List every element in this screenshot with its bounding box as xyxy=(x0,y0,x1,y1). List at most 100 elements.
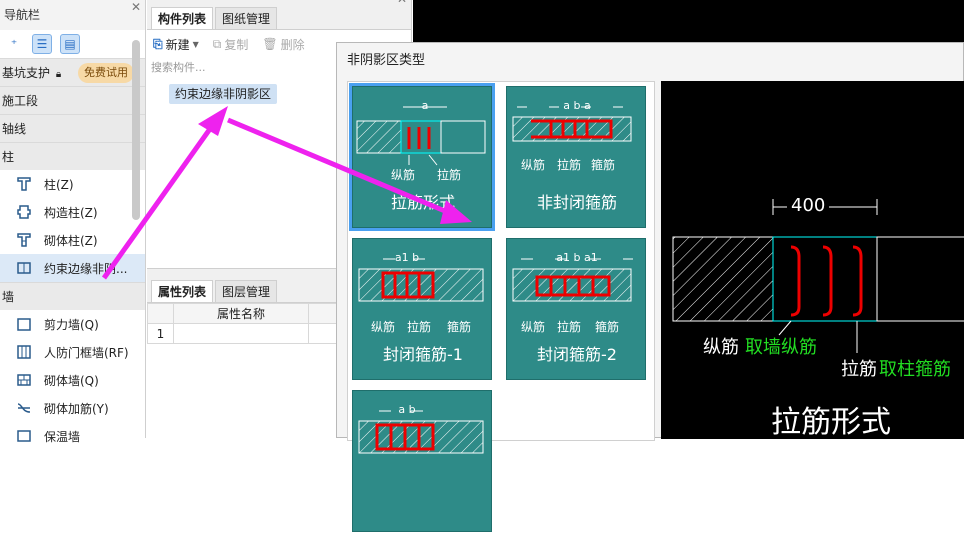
nav-item-label: 柱(Z) xyxy=(44,177,74,192)
card-label: 非封闭箍筋 xyxy=(536,193,617,212)
pin-icon[interactable]: ⁺ xyxy=(4,34,24,54)
preview-drawing xyxy=(672,199,964,353)
card-label: 拉筋形式 xyxy=(390,193,455,212)
svg-text:拉筋: 拉筋 xyxy=(557,319,581,334)
trash-icon: 🗑︎ xyxy=(262,37,278,51)
svg-text:a1 b: a1 b xyxy=(395,251,419,264)
preview-label-tie-source: 取柱箍筋 xyxy=(879,359,951,380)
card-label: 封闭箍筋-1 xyxy=(383,345,463,364)
nav-item-shear-wall[interactable]: 剪力墙(Q) xyxy=(0,310,145,338)
detail-view-icon[interactable]: ▤ xyxy=(60,34,80,54)
section-label: 墙 xyxy=(2,290,15,304)
masonry-column-icon xyxy=(14,230,34,250)
type-card-grid: a 纵筋 拉筋 拉筋形式 a b a 纵筋 拉筋 箍筋 非封闭箍筋 a1 b 纵… xyxy=(347,81,655,532)
nav-item-label: 砌体加筋(Y) xyxy=(44,401,109,416)
tab-drawing-management[interactable]: 图纸管理 xyxy=(215,7,278,29)
nav-item-masonry-column[interactable]: 砌体柱(Z) xyxy=(0,226,145,254)
new-icon: ⎘ xyxy=(153,36,163,51)
tab-layer-management[interactable]: 图层管理 xyxy=(215,280,278,302)
navigation-panel: 导航栏 ✕ ⁺ ☰ ▤ 基坑支护 🔒︎ 免费试用 施工段 轴线 柱 柱(Z) 构… xyxy=(0,0,146,444)
card-label: 封闭箍筋-2 xyxy=(537,345,617,364)
svg-text:a1 b a1: a1 b a1 xyxy=(556,251,597,264)
copy-button[interactable]: ⧉ 复制 xyxy=(213,36,249,53)
type-preview: 400 纵筋 取墙纵筋 拉筋 取柱箍筋 拉筋形式 xyxy=(661,81,964,440)
copy-label: 复制 xyxy=(224,37,249,52)
section-label: 基坑支护 xyxy=(2,66,51,80)
nav-scrollbar[interactable] xyxy=(132,40,140,220)
masonry-reinforcement-icon xyxy=(14,398,34,418)
insulation-wall-icon xyxy=(14,426,34,446)
type-card-closed-stirrup-2[interactable]: a1 b a1 纵筋 拉筋 箍筋 封闭箍筋-2 xyxy=(506,238,646,380)
nav-item-label: 构造柱(Z) xyxy=(44,205,98,220)
copy-icon: ⧉ xyxy=(212,36,222,51)
svg-text:箍筋: 箍筋 xyxy=(591,157,615,172)
svg-text:a b: a b xyxy=(398,403,415,416)
nav-item-masonry-wall[interactable]: 砌体墙(Q) xyxy=(0,366,145,394)
card-5-diagram: a b xyxy=(358,403,484,454)
tab-property-list[interactable]: 属性列表 xyxy=(151,280,214,302)
component-node-selected[interactable]: 约束边缘非阴影区 xyxy=(169,84,278,104)
nav-item-masonry-reinforcement[interactable]: 砌体加筋(Y) xyxy=(0,394,145,422)
free-trial-badge[interactable]: 免费试用 xyxy=(78,63,134,83)
svg-text:拉筋: 拉筋 xyxy=(407,319,431,334)
nav-title-bar: 导航栏 ✕ xyxy=(0,0,145,30)
boundary-element-icon xyxy=(14,258,34,278)
nav-title: 导航栏 xyxy=(4,8,41,22)
svg-text:a: a xyxy=(422,99,429,112)
nav-item-column[interactable]: 柱(Z) xyxy=(0,170,145,198)
nav-item-label: 砌体墙(Q) xyxy=(44,373,99,388)
preview-label-longitudinal-source: 取墙纵筋 xyxy=(745,337,817,358)
nav-section-axis[interactable]: 轴线 xyxy=(0,114,145,142)
non-shadow-type-dialog: 非阴影区类型 a 纵筋 拉筋 拉筋形式 a b a 纵筋 拉筋 箍筋 非封闭箍筋… xyxy=(336,42,964,532)
svg-text:箍筋: 箍筋 xyxy=(447,319,471,334)
close-icon[interactable]: ✕ xyxy=(131,0,141,22)
nav-item-label: 保温墙 xyxy=(44,429,81,444)
cad-canvas[interactable] xyxy=(413,0,964,42)
nav-item-boundary-non-shadow[interactable]: 约束边缘非阴... xyxy=(0,254,145,282)
svg-text:纵筋: 纵筋 xyxy=(371,319,395,334)
svg-text:a b a: a b a xyxy=(563,99,590,112)
svg-text:纵筋: 纵筋 xyxy=(391,167,415,182)
nav-item-constructional-column[interactable]: 构造柱(Z) xyxy=(0,198,145,226)
new-label: 新建 xyxy=(165,37,190,52)
nav-section-foundation-pit[interactable]: 基坑支护 🔒︎ 免费试用 xyxy=(0,58,145,86)
nav-toolbar: ⁺ ☰ ▤ xyxy=(0,30,145,58)
close-icon[interactable]: ✕ xyxy=(397,0,407,6)
nav-item-label: 剪力墙(Q) xyxy=(44,317,99,332)
row-number: 1 xyxy=(147,323,174,344)
type-card-5[interactable]: a b xyxy=(352,390,492,532)
section-label: 施工段 xyxy=(2,94,39,108)
delete-button[interactable]: 🗑︎ 删除 xyxy=(262,36,304,53)
tab-component-list[interactable]: 构件列表 xyxy=(151,7,214,29)
nav-item-insulation-wall[interactable]: 保温墙 xyxy=(0,422,145,450)
column-header-property-name: 属性名称 xyxy=(172,303,310,324)
section-label: 柱 xyxy=(2,150,15,164)
svg-text:拉筋: 拉筋 xyxy=(437,167,461,182)
nav-item-label: 人防门框墙(RF) xyxy=(44,345,129,360)
list-view-icon[interactable]: ☰ xyxy=(32,34,52,54)
nav-section-column[interactable]: 柱 xyxy=(0,142,145,170)
type-card-open-stirrup[interactable]: a b a 纵筋 拉筋 箍筋 非封闭箍筋 xyxy=(506,86,646,228)
table-corner xyxy=(147,303,174,324)
nav-section-construction-stage[interactable]: 施工段 xyxy=(0,86,145,114)
table-cell[interactable] xyxy=(172,323,310,344)
dialog-title: 非阴影区类型 xyxy=(347,53,426,68)
nav-section-wall[interactable]: 墙 xyxy=(0,282,145,310)
type-card-tie-bar[interactable]: a 纵筋 拉筋 拉筋形式 xyxy=(349,83,495,231)
component-tabs: 构件列表 图纸管理 xyxy=(147,0,411,30)
nav-item-civil-defense-door-wall[interactable]: 人防门框墙(RF) xyxy=(0,338,145,366)
preview-label-tie: 拉筋 xyxy=(841,359,877,380)
svg-text:纵筋: 纵筋 xyxy=(521,319,545,334)
masonry-wall-icon xyxy=(14,370,34,390)
preview-caption: 拉筋形式 xyxy=(771,405,891,440)
nav-item-label: 砌体柱(Z) xyxy=(44,233,98,248)
svg-text:箍筋: 箍筋 xyxy=(595,319,619,334)
delete-label: 删除 xyxy=(280,37,305,52)
preview-dimension: 400 xyxy=(787,195,830,216)
chevron-down-icon: ▼ xyxy=(192,39,199,49)
new-button[interactable]: ⎘ 新建 ▼ xyxy=(153,36,199,53)
type-card-closed-stirrup-1[interactable]: a1 b 纵筋 拉筋 箍筋 封闭箍筋-1 xyxy=(352,238,492,380)
shear-wall-icon xyxy=(14,314,34,334)
svg-text:拉筋: 拉筋 xyxy=(557,157,581,172)
column-icon xyxy=(14,174,34,194)
